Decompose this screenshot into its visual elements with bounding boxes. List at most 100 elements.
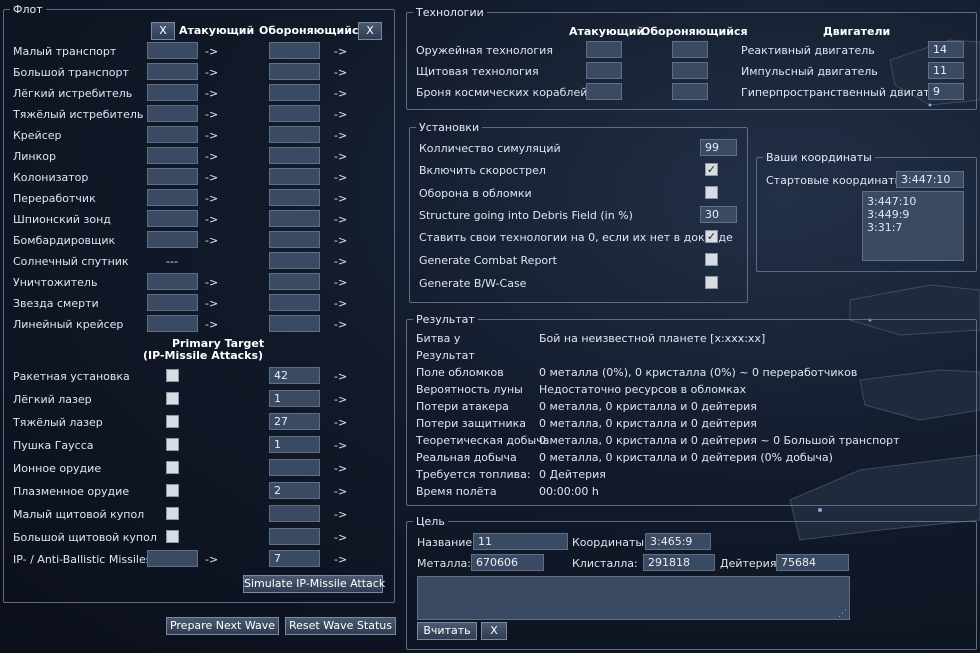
missiles-attacker-input[interactable] <box>147 550 198 567</box>
ship-attacker-input[interactable] <box>147 315 198 332</box>
target-legend: Цель <box>416 515 445 528</box>
ship-defender-input[interactable] <box>269 315 320 332</box>
engine-label: Импульсный двигатель <box>741 65 878 78</box>
defense-defender-arrow: -> <box>334 439 348 452</box>
tech-defender-input[interactable] <box>672 83 708 100</box>
tech-attacker-input[interactable] <box>586 83 622 100</box>
prepare-next-wave-button[interactable]: Prepare Next Wave <box>166 617 279 635</box>
ship-attacker-input[interactable] <box>147 273 198 290</box>
primary-target-checkbox[interactable] <box>166 369 179 382</box>
espionage-report-textarea[interactable]: ⋰ <box>417 576 850 620</box>
bw-case-checkbox[interactable] <box>705 276 718 289</box>
engine-input[interactable]: 14 <box>928 41 964 58</box>
ship-attacker-input[interactable] <box>147 63 198 80</box>
defense-defender-input[interactable] <box>269 505 320 522</box>
ship-defender-input[interactable] <box>269 147 320 164</box>
ship-attacker-input[interactable] <box>147 168 198 185</box>
defense-debris-checkbox[interactable] <box>705 186 718 199</box>
tech-attacker-header: Атакующий <box>569 25 645 38</box>
primary-target-checkbox[interactable] <box>166 507 179 520</box>
read-report-button[interactable]: Вчитать <box>417 622 477 640</box>
defense-defender-input[interactable] <box>269 528 320 545</box>
ship-label: Звезда смерти <box>13 297 99 310</box>
defense-defender-input[interactable]: 1 <box>269 436 320 453</box>
primary-target-checkbox[interactable] <box>166 484 179 497</box>
rapidfire-checkbox[interactable]: ✓ <box>705 163 718 176</box>
simulations-input[interactable]: 99 <box>700 139 737 156</box>
primary-target-checkbox[interactable] <box>166 392 179 405</box>
tech-attacker-input[interactable] <box>586 41 622 58</box>
defense-defender-input[interactable]: 1 <box>269 390 320 407</box>
ship-attacker-na: --- <box>166 255 178 268</box>
start-coords-input[interactable]: 3:447:10 <box>896 171 964 188</box>
ship-attacker-input[interactable] <box>147 105 198 122</box>
coords-list-item[interactable]: 3:31:7 <box>867 221 959 234</box>
tech-defender-input[interactable] <box>672 62 708 79</box>
ship-defender-input[interactable] <box>269 231 320 248</box>
ship-defender-arrow: -> <box>334 150 348 163</box>
ship-attacker-input[interactable] <box>147 147 198 164</box>
clear-attacker-fleet-button[interactable]: X <box>151 22 175 40</box>
defense-defender-input[interactable]: 2 <box>269 482 320 499</box>
primary-target-checkbox[interactable] <box>166 438 179 451</box>
defense-defender-arrow: -> <box>334 370 348 383</box>
missiles-defender-input[interactable]: 7 <box>269 550 320 567</box>
defense-defender-input[interactable]: 42 <box>269 367 320 384</box>
ship-attacker-arrow: -> <box>205 87 219 100</box>
ship-label: Колонизатор <box>13 171 89 184</box>
ship-defender-input[interactable] <box>269 84 320 101</box>
ship-defender-input[interactable] <box>269 189 320 206</box>
ship-attacker-input[interactable] <box>147 42 198 59</box>
ship-attacker-input[interactable] <box>147 189 198 206</box>
target-name-input[interactable]: 11 <box>473 533 568 550</box>
ship-defender-input[interactable] <box>269 63 320 80</box>
coords-listbox[interactable]: 3:447:10 3:449:9 3:31:7 <box>862 191 964 261</box>
combat-report-checkbox[interactable] <box>705 253 718 266</box>
ship-attacker-input[interactable] <box>147 210 198 227</box>
zero-tech-checkbox[interactable]: ✓ <box>705 230 718 243</box>
target-coords-input[interactable]: 3:465:9 <box>645 533 711 550</box>
ship-defender-input[interactable] <box>269 273 320 290</box>
primary-target-checkbox[interactable] <box>166 415 179 428</box>
ship-defender-input[interactable] <box>269 294 320 311</box>
target-deuterium-input[interactable]: 75684 <box>776 554 849 571</box>
ship-defender-input[interactable] <box>269 42 320 59</box>
tech-attacker-input[interactable] <box>586 62 622 79</box>
primary-target-checkbox[interactable] <box>166 461 179 474</box>
clear-defender-fleet-button[interactable]: X <box>358 22 382 40</box>
ship-attacker-input[interactable] <box>147 231 198 248</box>
resize-grip-icon[interactable]: ⋰ <box>838 609 847 619</box>
rapidfire-label: Включить скорострел <box>419 164 546 177</box>
engine-input[interactable]: 11 <box>928 62 964 79</box>
ship-label: Шпионский зонд <box>13 213 111 226</box>
target-metal-input[interactable]: 670606 <box>471 554 544 571</box>
target-crystal-input[interactable]: 291818 <box>643 554 715 571</box>
simulate-ip-missile-attack-button[interactable]: Simulate IP-Missile Attack <box>243 575 385 593</box>
ship-defender-input[interactable] <box>269 126 320 143</box>
missiles-label: IP- / Anti-Ballistic Missiles <box>13 553 152 566</box>
ship-attacker-input[interactable] <box>147 84 198 101</box>
result-label: Поле обломков <box>416 366 504 379</box>
ship-defender-input[interactable] <box>269 105 320 122</box>
ship-attacker-input[interactable] <box>147 294 198 311</box>
ship-label: Линкор <box>13 150 56 163</box>
defense-label: Ракетная установка <box>13 370 130 383</box>
clear-report-button[interactable]: X <box>481 622 507 640</box>
defense-defender-input[interactable] <box>269 459 320 476</box>
missiles-attacker-arrow: -> <box>205 553 219 566</box>
ship-attacker-input[interactable] <box>147 126 198 143</box>
ship-defender-input[interactable] <box>269 252 320 269</box>
tech-defender-input[interactable] <box>672 41 708 58</box>
ship-defender-input[interactable] <box>269 168 320 185</box>
structure-debris-input[interactable]: 30 <box>700 206 737 223</box>
result-label: Время полёта <box>416 485 497 498</box>
primary-target-checkbox[interactable] <box>166 530 179 543</box>
ship-defender-input[interactable] <box>269 210 320 227</box>
tech-label: Броня космических кораблей <box>416 86 588 99</box>
engine-input[interactable]: 9 <box>928 83 964 100</box>
defense-defender-input[interactable]: 27 <box>269 413 320 430</box>
reset-wave-status-button[interactable]: Reset Wave Status <box>285 617 396 635</box>
simulations-label: Колличество симуляций <box>419 142 561 155</box>
coords-list-item[interactable]: 3:449:9 <box>867 208 959 221</box>
coords-list-item[interactable]: 3:447:10 <box>867 195 959 208</box>
